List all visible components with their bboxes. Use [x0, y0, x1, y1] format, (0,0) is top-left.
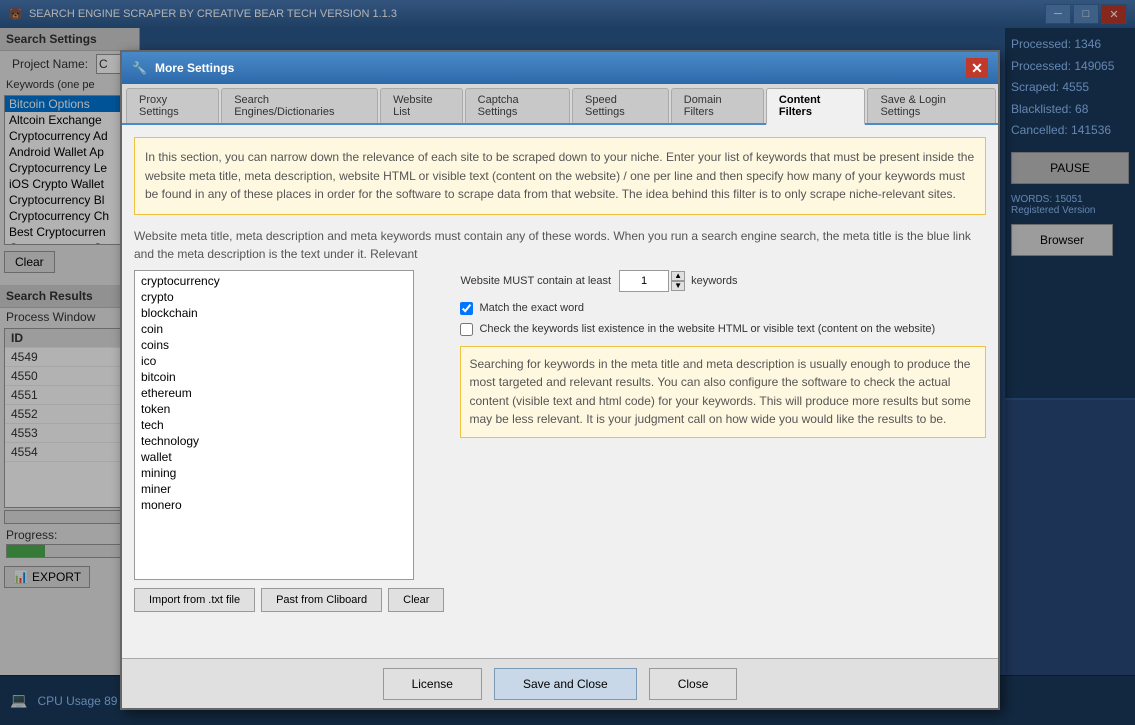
kw-9: tech	[137, 417, 411, 433]
kw-4: coins	[137, 337, 411, 353]
modal-title-icon: 🔧	[132, 61, 147, 75]
keywords-action-buttons: Import from .txt file Past from Cliboard…	[134, 588, 444, 612]
save-close-button[interactable]: Save and Close	[494, 668, 637, 700]
modal-footer: License Save and Close Close	[122, 658, 998, 708]
info-box: In this section, you can narrow down the…	[134, 137, 986, 215]
close-dialog-button[interactable]: Close	[649, 668, 738, 700]
keywords-suffix-label: keywords	[691, 275, 737, 287]
import-txt-button[interactable]: Import from .txt file	[134, 588, 255, 612]
spin-up-button[interactable]: ▲	[671, 271, 685, 281]
spin-down-button[interactable]: ▼	[671, 281, 685, 291]
tab-login-settings[interactable]: Save & Login Settings	[867, 88, 996, 123]
match-exact-row: Match the exact word	[460, 302, 986, 315]
modal-content-area: In this section, you can narrow down the…	[122, 125, 998, 701]
match-exact-checkbox[interactable]	[460, 302, 473, 315]
extra-info-box: Searching for keywords in the meta title…	[460, 346, 986, 438]
content-layout: cryptocurrency crypto blockchain coin co…	[134, 270, 986, 612]
modal-title: More Settings	[155, 61, 234, 75]
tab-speed-settings[interactable]: Speed Settings	[572, 88, 669, 123]
extra-info-text: Searching for keywords in the meta title…	[469, 357, 970, 427]
tab-search-engines[interactable]: Search Engines/Dictionaries	[221, 88, 378, 123]
check-html-checkbox[interactable]	[460, 323, 473, 336]
must-contain-row: Website MUST contain at least ▲ ▼ keywor…	[460, 270, 986, 292]
tab-domain-filters[interactable]: Domain Filters	[671, 88, 764, 123]
kw-11: wallet	[137, 449, 411, 465]
kw-2: blockchain	[137, 305, 411, 321]
kw-14: monero	[137, 497, 411, 513]
kw-3: coin	[137, 321, 411, 337]
tab-proxy-settings[interactable]: Proxy Settings	[126, 88, 219, 123]
settings-tabs: Proxy Settings Search Engines/Dictionari…	[122, 84, 998, 125]
license-button[interactable]: License	[383, 668, 482, 700]
section-description: Website meta title, meta description and…	[134, 227, 986, 264]
must-contain-input[interactable]	[619, 270, 669, 292]
content-keywords-list[interactable]: cryptocurrency crypto blockchain coin co…	[134, 270, 414, 580]
kw-6: bitcoin	[137, 369, 411, 385]
kw-1: crypto	[137, 289, 411, 305]
match-exact-label: Match the exact word	[479, 302, 584, 314]
more-settings-dialog: 🔧 More Settings ✕ Proxy Settings Search …	[120, 50, 1000, 710]
modal-title-bar: 🔧 More Settings ✕	[122, 52, 998, 84]
kw-13: miner	[137, 481, 411, 497]
tab-website-list[interactable]: Website List	[380, 88, 463, 123]
tab-captcha-settings[interactable]: Captcha Settings	[465, 88, 570, 123]
modal-close-button[interactable]: ✕	[966, 58, 988, 78]
kw-7: ethereum	[137, 385, 411, 401]
check-html-row: Check the keywords list existence in the…	[460, 323, 986, 336]
paste-clipboard-button[interactable]: Past from Cliboard	[261, 588, 382, 612]
spin-buttons: ▲ ▼	[671, 271, 685, 291]
tab-content-filters[interactable]: Content Filters	[766, 88, 866, 125]
kw-12: mining	[137, 465, 411, 481]
keywords-area: cryptocurrency crypto blockchain coin co…	[134, 270, 444, 612]
info-box-text: In this section, you can narrow down the…	[145, 150, 974, 201]
kw-0: cryptocurrency	[137, 273, 411, 289]
check-html-label: Check the keywords list existence in the…	[479, 323, 935, 335]
kw-8: token	[137, 401, 411, 417]
clear-content-keywords-button[interactable]: Clear	[388, 588, 444, 612]
kw-5: ico	[137, 353, 411, 369]
filter-settings-panel: Website MUST contain at least ▲ ▼ keywor…	[460, 270, 986, 612]
must-contain-label: Website MUST contain at least	[460, 275, 611, 287]
number-input-wrap: ▲ ▼	[619, 270, 685, 292]
kw-10: technology	[137, 433, 411, 449]
